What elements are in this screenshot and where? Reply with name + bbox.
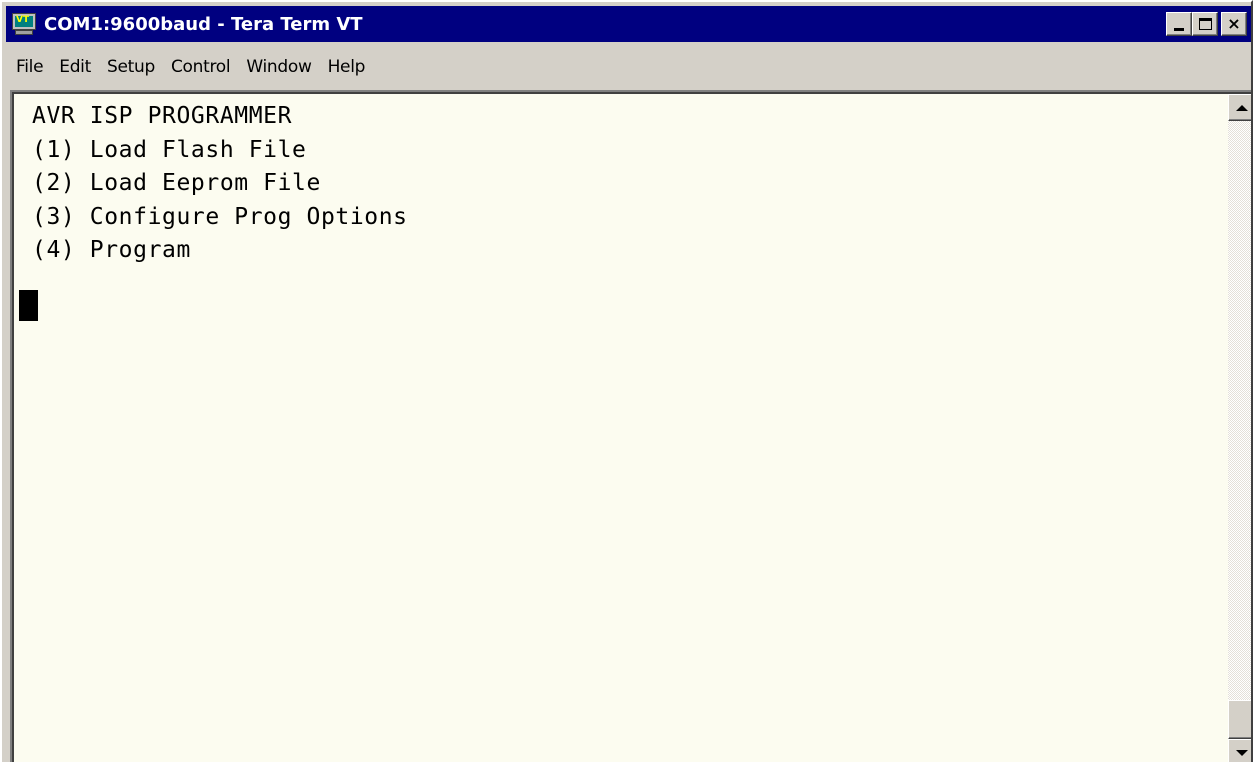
terminal-line-option-1: (1) Load Flash File — [32, 136, 307, 163]
terminal-line-option-3: (3) Configure Prog Options — [32, 203, 408, 230]
vertical-scrollbar[interactable] — [1228, 94, 1251, 762]
scroll-up-arrow-icon — [1235, 104, 1248, 111]
menu-bar: File Edit Setup Control Window Help — [6, 48, 1251, 86]
tera-term-window: VT COM1:9600baud - Tera Term VT × File E… — [0, 0, 1253, 762]
icon-vt-mark: VT — [16, 15, 30, 25]
minimize-icon — [1174, 27, 1184, 31]
terminal-line-option-2: (2) Load Eeprom File — [32, 170, 321, 196]
tera-term-vt-icon[interactable]: VT — [12, 13, 36, 35]
window-controls: × — [1166, 12, 1247, 36]
scroll-down-arrow-icon — [1235, 749, 1248, 756]
window-title: COM1:9600baud - Tera Term VT — [44, 13, 363, 35]
title-bar[interactable]: VT COM1:9600baud - Tera Term VT × — [6, 6, 1251, 42]
scroll-up-button[interactable] — [1228, 94, 1251, 121]
menu-file[interactable]: File — [8, 57, 51, 77]
terminal-line-header: AVR ISP PROGRAMMER — [32, 103, 293, 129]
menu-edit[interactable]: Edit — [51, 57, 99, 77]
client-area: AVR ISP PROGRAMMER (1) Load Flash File (… — [10, 90, 1251, 762]
client-area-inner: AVR ISP PROGRAMMER (1) Load Flash File (… — [12, 92, 1251, 762]
minimize-button[interactable] — [1166, 12, 1192, 36]
scroll-thumb[interactable] — [1228, 700, 1251, 739]
maximize-icon — [1198, 18, 1212, 30]
scroll-down-button[interactable] — [1228, 739, 1251, 762]
menu-window[interactable]: Window — [238, 57, 319, 77]
menu-control[interactable]: Control — [163, 57, 238, 77]
icon-base — [15, 30, 33, 35]
close-button[interactable]: × — [1221, 12, 1247, 36]
close-icon: × — [1227, 14, 1241, 33]
menu-setup[interactable]: Setup — [99, 57, 163, 77]
terminal-cursor — [19, 290, 38, 321]
menu-help[interactable]: Help — [320, 57, 374, 77]
terminal-screen[interactable]: AVR ISP PROGRAMMER (1) Load Flash File (… — [14, 94, 1228, 762]
maximize-button[interactable] — [1192, 12, 1218, 36]
terminal-line-option-4: (4) Program — [32, 237, 191, 263]
